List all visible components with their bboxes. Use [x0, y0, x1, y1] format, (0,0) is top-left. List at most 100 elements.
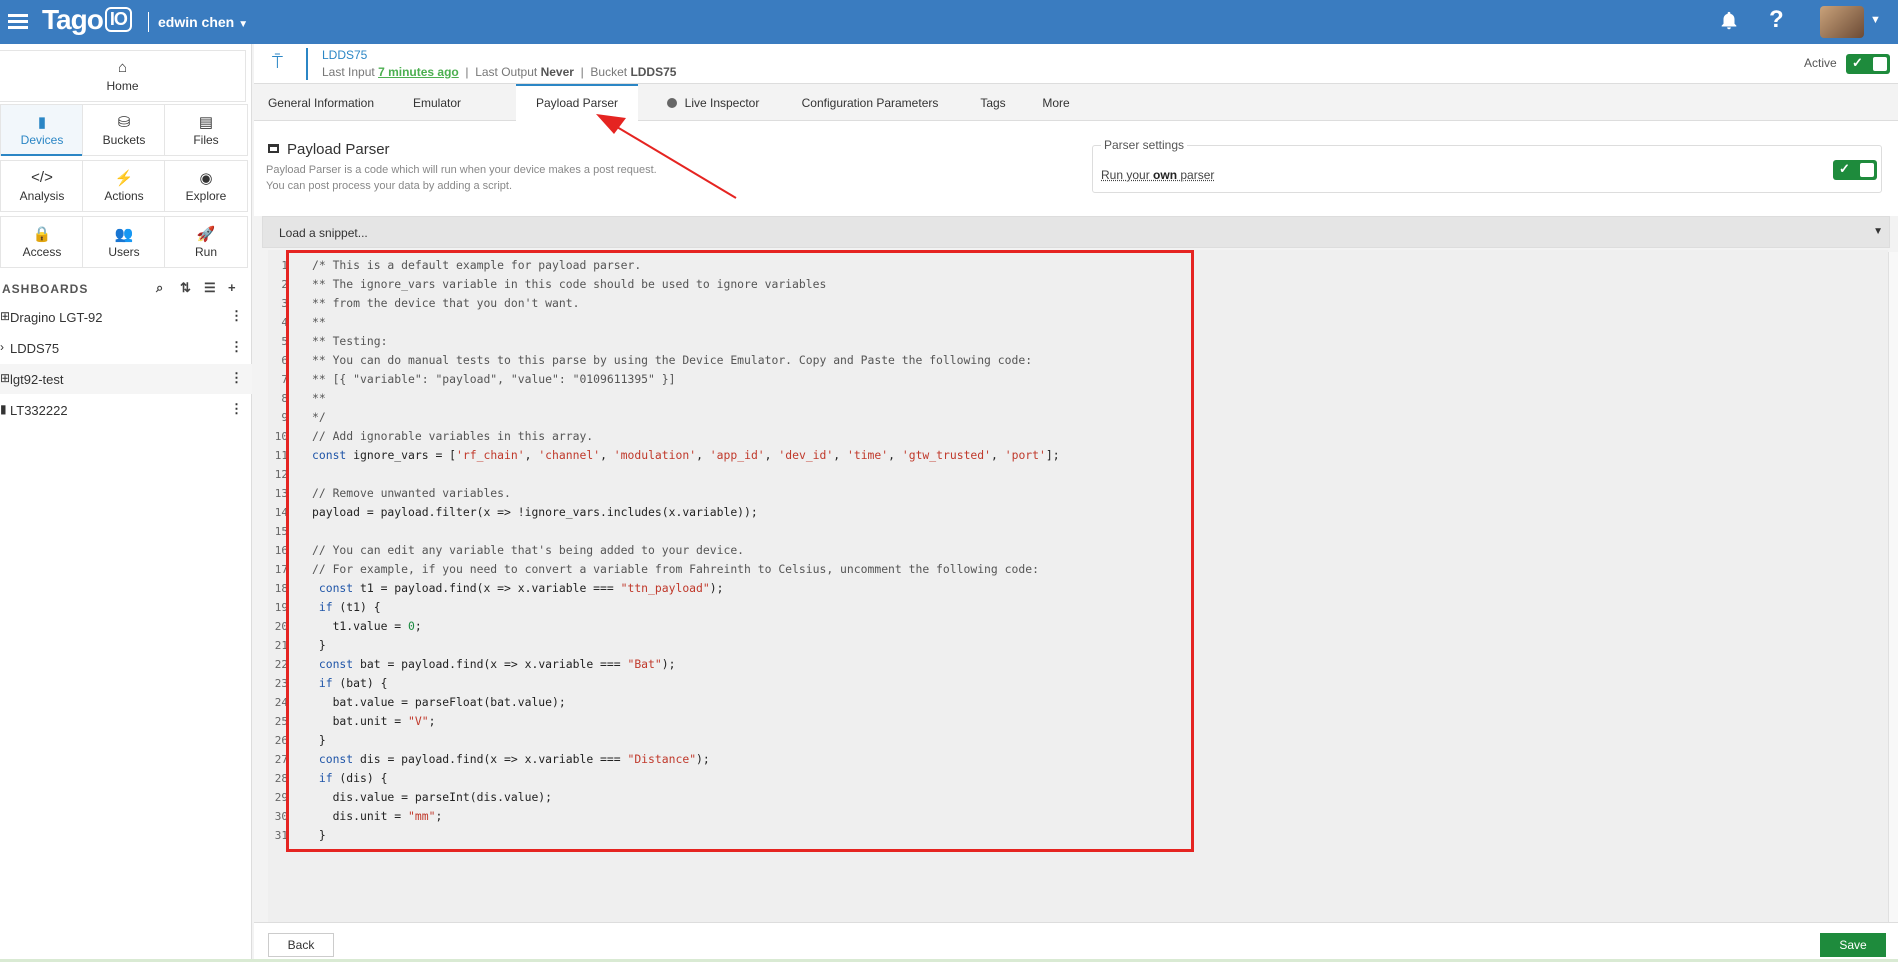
dashboard-item[interactable]: ⊞ lgt92-test ⋮ — [0, 364, 252, 394]
tab-live-inspector[interactable]: Live Inspector — [648, 84, 778, 121]
device-meta: Last Input 7 minutes ago | Last Output N… — [322, 65, 677, 79]
add-icon[interactable]: + — [228, 280, 237, 295]
dashboard-name: LDDS75 — [10, 341, 60, 356]
tab-general-information[interactable]: General Information — [260, 84, 382, 121]
more-vertical-icon[interactable]: ⋮ — [230, 370, 243, 386]
list-icon[interactable]: ☰ — [204, 280, 217, 296]
line-number: 18 — [274, 582, 288, 595]
sidebar-item-files[interactable]: ▤ Files — [164, 104, 248, 156]
file-icon: ▤ — [198, 114, 214, 131]
avatar[interactable] — [1820, 6, 1864, 38]
tab-emulator[interactable]: Emulator — [390, 84, 484, 121]
sidebar-item-devices[interactable]: ▮ Devices — [0, 104, 85, 156]
device-name[interactable]: LDDS75 — [322, 48, 367, 62]
line-number: 24 — [274, 696, 288, 709]
sidebar-item-label: Devices — [20, 133, 64, 147]
sidebar-item-label: Run — [194, 245, 217, 259]
tagoio-logo[interactable]: Tago IO — [42, 4, 132, 36]
sidebar-item-label: Users — [108, 245, 140, 259]
editor-scrollbar[interactable] — [1888, 252, 1898, 922]
line-number: 6 — [281, 354, 288, 367]
divider — [306, 48, 308, 80]
dashboard-icon: › — [0, 340, 4, 354]
line-number: 2 — [281, 278, 288, 291]
dashboard-item[interactable]: › LDDS75 ⋮ — [0, 333, 252, 363]
line-number: 31 — [274, 829, 288, 842]
dashboard-name: Dragino LGT-92 — [10, 310, 103, 325]
sidebar-item-label: Files — [193, 133, 219, 147]
window-icon — [268, 144, 279, 153]
line-number: 22 — [274, 658, 288, 671]
status-dot-icon — [666, 98, 677, 108]
payload-parser-panel: Payload Parser Payload Parser is a code … — [254, 121, 1898, 216]
line-number: 16 — [274, 544, 288, 557]
tab-bar: General Information Emulator Payload Parse… — [254, 84, 1898, 121]
sidebar-item-label: Explore — [185, 189, 227, 203]
line-number: 30 — [274, 810, 288, 823]
divider — [148, 12, 149, 32]
last-output-value: Never — [540, 65, 574, 79]
snippet-select-value: Load a snippet... — [279, 226, 368, 240]
dashboard-item[interactable]: ▮ LT332222 ⋮ — [0, 395, 252, 425]
compass-icon: ◉ — [199, 170, 213, 187]
line-number: 15 — [274, 525, 288, 538]
bell-icon[interactable] — [1718, 10, 1740, 32]
help-icon[interactable]: ? — [1769, 6, 1784, 34]
search-icon[interactable]: ⌕ — [156, 280, 164, 296]
sidebar-item-actions[interactable]: ⚡ Actions — [82, 160, 166, 212]
user-menu[interactable]: edwin chen ▼ — [158, 14, 248, 30]
more-vertical-icon[interactable]: ⋮ — [230, 401, 243, 417]
line-number-gutter: 1 2 3 4 5 6 7 8 9 10 11 12 13 14 15 16 17 18 19 20 21 22 23 24 2… — [268, 256, 288, 845]
sidebar: ⌂ Home ▮ Devices ⛁ Buckets ▤ Files </> Analysis… — [0, 44, 252, 962]
line-number: 20 — [274, 620, 288, 633]
bucket-value[interactable]: LDDS75 — [630, 65, 676, 79]
line-number: 7 — [281, 373, 288, 386]
dashboard-name: lgt92-test — [10, 372, 64, 387]
sort-icon[interactable]: ⇅ — [180, 280, 192, 296]
dashboard-icon: ▮ — [0, 402, 7, 416]
dashboard-item[interactable]: ⊞ Dragino LGT-92 ⋮ — [0, 302, 252, 332]
sidebar-item-buckets[interactable]: ⛁ Buckets — [82, 104, 166, 156]
bolt-icon: ⚡ — [114, 170, 134, 187]
save-button[interactable]: Save — [1820, 933, 1886, 957]
sidebar-item-analysis[interactable]: </> Analysis — [0, 160, 84, 212]
device-icon: ⍑ — [272, 52, 283, 72]
sidebar-item-run[interactable]: 🚀 Run — [164, 216, 248, 268]
chevron-down-icon: ▼ — [238, 19, 249, 30]
dashboard-name: LT332222 — [10, 403, 68, 418]
sidebar-item-label: Analysis — [19, 189, 65, 203]
tab-more[interactable]: More — [1030, 84, 1082, 121]
sidebar-item-access[interactable]: 🔒 Access — [0, 216, 84, 268]
chevron-down-icon[interactable]: ▼ — [1870, 14, 1881, 26]
home-icon: ⌂ — [117, 59, 128, 76]
line-number: 17 — [274, 563, 288, 576]
bucket-icon: ⛁ — [117, 114, 131, 131]
line-number: 25 — [274, 715, 288, 728]
rocket-icon: 🚀 — [196, 226, 216, 243]
page-title: Payload Parser — [268, 141, 390, 158]
run-own-parser-label: Run your own parser — [1101, 168, 1215, 182]
dashboard-icon: ⊞ — [0, 309, 11, 323]
line-number: 14 — [274, 506, 288, 519]
sidebar-item-label: Access — [22, 245, 62, 259]
line-number: 23 — [274, 677, 288, 690]
back-button[interactable]: Back — [268, 933, 334, 957]
snippet-select[interactable]: Load a snippet... ▼ — [262, 216, 1890, 248]
parser-settings-legend: Parser settings — [1101, 138, 1188, 152]
code-icon: </> — [31, 169, 53, 186]
highlight-annotation-box — [286, 250, 1194, 852]
run-own-parser-toggle[interactable]: ✓ — [1833, 160, 1877, 180]
more-vertical-icon[interactable]: ⋮ — [230, 308, 243, 324]
sidebar-item-label: Buckets — [102, 133, 146, 147]
sidebar-item-explore[interactable]: ◉ Explore — [164, 160, 248, 212]
tab-tags[interactable]: Tags — [964, 84, 1022, 121]
sidebar-item-home[interactable]: ⌂ Home — [0, 50, 246, 102]
users-icon: 👥 — [114, 226, 134, 243]
active-toggle[interactable]: ✓ — [1846, 54, 1890, 74]
tab-payload-parser[interactable]: Payload Parser — [516, 84, 638, 121]
tab-configuration-parameters[interactable]: Configuration Parameters — [784, 84, 956, 121]
hamburger-menu-icon[interactable] — [8, 12, 28, 32]
more-vertical-icon[interactable]: ⋮ — [230, 339, 243, 355]
line-number: 1 — [281, 259, 288, 272]
sidebar-item-users[interactable]: 👥 Users — [82, 216, 166, 268]
